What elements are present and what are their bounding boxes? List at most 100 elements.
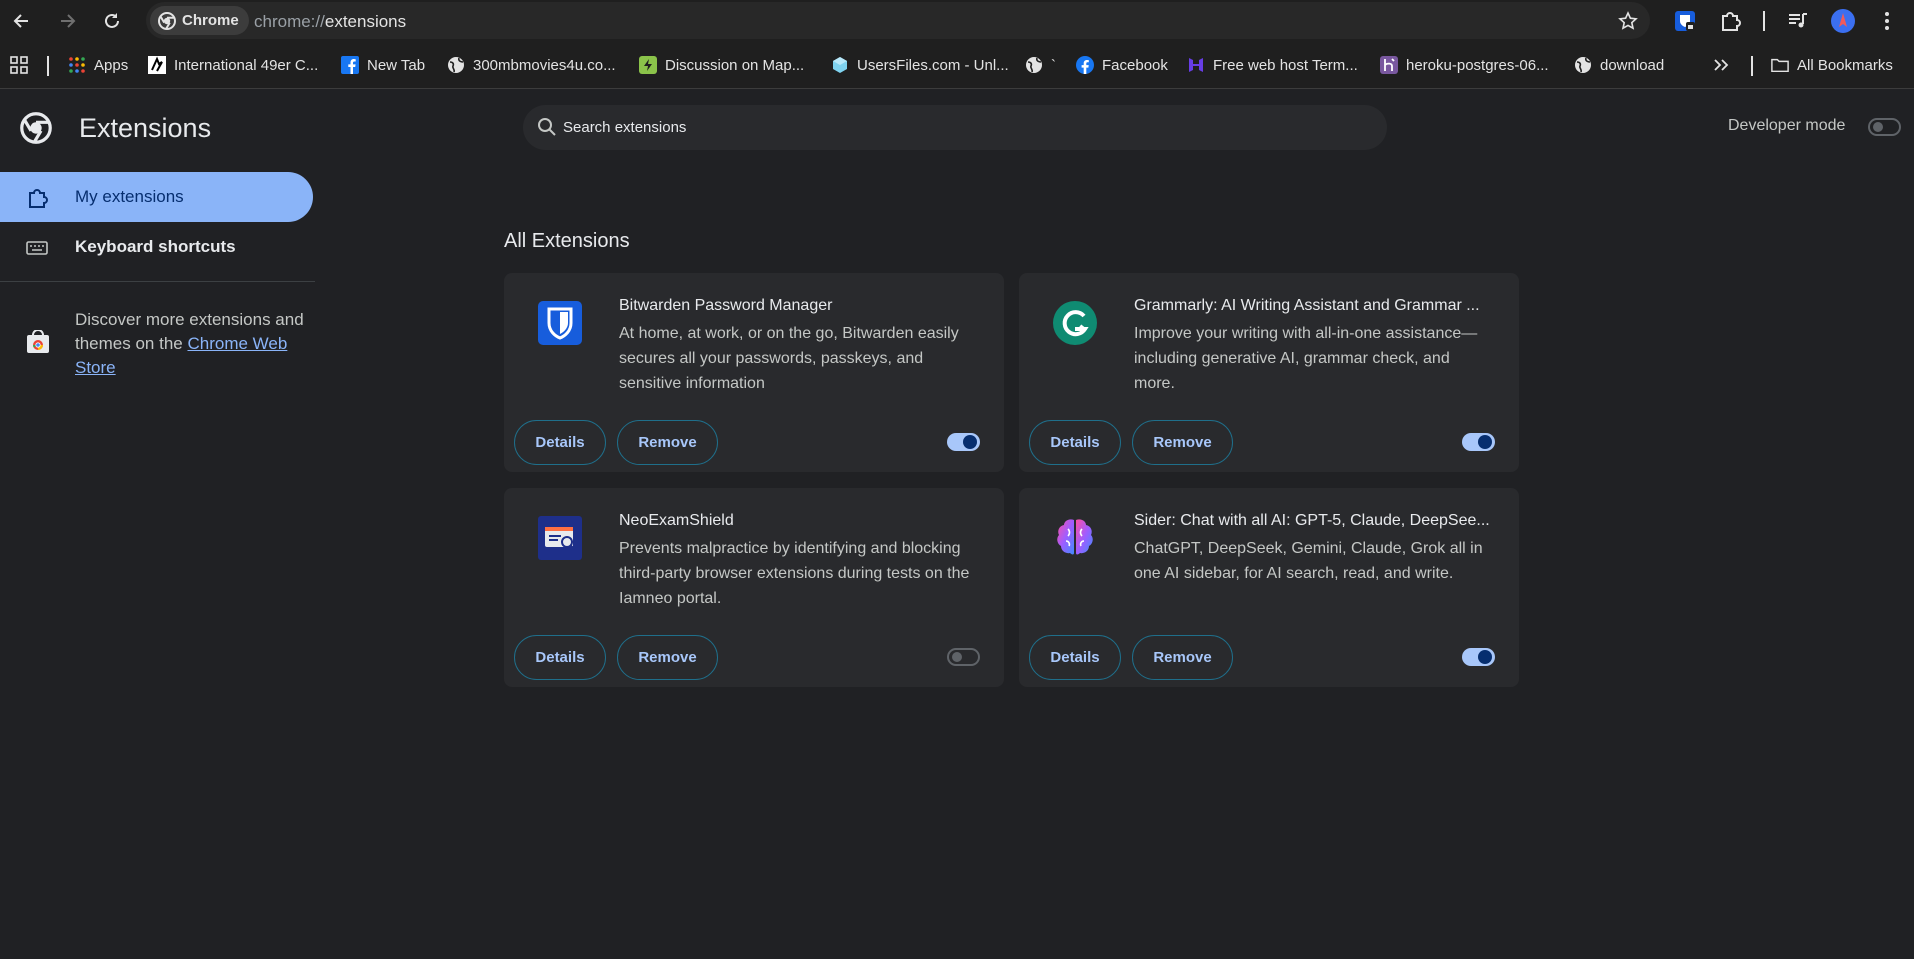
remove-button[interactable]: Remove	[1132, 635, 1233, 680]
neoexamshield-icon	[536, 514, 584, 562]
details-button[interactable]: Details	[514, 635, 606, 680]
remove-button[interactable]: Remove	[617, 420, 718, 465]
search-bar[interactable]	[523, 105, 1387, 150]
bookmark-usersfiles[interactable]: UsersFiles.com - Unl...	[831, 52, 1009, 78]
bitwarden-extension-button[interactable]	[1669, 5, 1701, 37]
grid-icon	[10, 56, 28, 74]
49er-favicon	[148, 56, 166, 74]
bookmark-label: Apps	[94, 56, 129, 74]
reload-button[interactable]	[96, 5, 128, 37]
bookmark-label: Facebook	[1102, 56, 1168, 74]
extension-card-bitwarden: Bitwarden Password Manager At home, at w…	[504, 273, 1004, 472]
facebook-favicon	[341, 56, 359, 74]
bitwarden-icon	[1675, 11, 1695, 31]
media-control-button[interactable]	[1782, 5, 1814, 37]
bookmark-label: International 49er C...	[174, 56, 319, 74]
site-chip-label: Chrome	[182, 12, 239, 29]
sidebar-divider	[0, 281, 315, 282]
extension-description: Improve your writing with all-in-one ass…	[1134, 325, 1478, 392]
remove-button[interactable]: Remove	[1132, 420, 1233, 465]
site-info-chip[interactable]: Chrome	[150, 6, 249, 35]
bookmark-discussion-on-map[interactable]: Discussion on Map...	[639, 52, 804, 78]
globe-favicon	[447, 56, 465, 74]
bookmark-international-49er[interactable]: International 49er C...	[148, 52, 318, 78]
queue-music-icon	[1789, 13, 1807, 28]
remove-button[interactable]: Remove	[617, 635, 718, 680]
apps-grid-icon	[68, 56, 86, 74]
bookmark-free-web-host[interactable]: Free web host Term...	[1187, 52, 1358, 78]
puzzle-icon	[1722, 12, 1741, 31]
developer-mode-toggle[interactable]	[1868, 118, 1901, 136]
chrome-logo-icon	[158, 11, 176, 30]
bookmark-heroku-postgres[interactable]: heroku-postgres-06...	[1380, 52, 1549, 78]
bookmark-download[interactable]: download	[1574, 52, 1664, 78]
bookmark-backtick[interactable]: `	[1025, 52, 1056, 78]
profile-avatar-button[interactable]	[1827, 5, 1859, 37]
toggle-knob	[1478, 650, 1492, 664]
browser-toolbar: Chrome chrome://extensions	[0, 0, 1914, 42]
developer-mode-label: Developer mode	[1728, 117, 1846, 134]
avatar	[1831, 9, 1855, 33]
bookmark-300mbmovies[interactable]: 300mbmovies4u.co...	[447, 52, 616, 78]
grammarly-g-icon	[1051, 299, 1099, 347]
search-icon	[537, 117, 557, 137]
sidebar-item-label: Keyboard shortcuts	[75, 237, 236, 256]
url-text[interactable]: chrome://extensions	[254, 12, 406, 32]
all-bookmarks-label: All Bookmarks	[1797, 56, 1893, 74]
folder-icon	[1771, 56, 1789, 74]
back-button[interactable]	[6, 5, 38, 37]
sidebar-item-my-extensions[interactable]: My extensions	[0, 172, 313, 222]
bookmark-label: 300mbmovies4u.co...	[473, 56, 616, 74]
arrow-left-icon	[13, 14, 28, 28]
chrome-menu-button[interactable]	[1871, 5, 1903, 37]
extension-enable-toggle[interactable]	[1462, 648, 1495, 666]
extension-name: Sider: Chat with all AI: GPT-5, Claude, …	[1134, 512, 1490, 529]
bookmark-star-button[interactable]	[1618, 11, 1638, 31]
extension-description: ChatGPT, DeepSeek, Gemini, Claude, Grok …	[1134, 540, 1483, 582]
extension-card-sider: Sider: Chat with all AI: GPT-5, Claude, …	[1019, 488, 1519, 687]
star-icon	[1618, 11, 1638, 30]
extension-name: Grammarly: AI Writing Assistant and Gram…	[1134, 297, 1480, 314]
extension-name: Bitwarden Password Manager	[619, 297, 833, 314]
bookmark-apps[interactable]: Apps	[68, 52, 128, 78]
extension-enable-toggle[interactable]	[947, 648, 980, 666]
extension-enable-toggle[interactable]	[1462, 433, 1495, 451]
bookmark-label: New Tab	[367, 56, 426, 74]
toggle-knob	[1873, 122, 1883, 132]
bookmark-facebook[interactable]: Facebook	[1076, 52, 1168, 78]
arrow-right-icon	[61, 14, 76, 28]
bookmark-label: download	[1600, 56, 1665, 74]
bookmark-label: heroku-postgres-06...	[1406, 56, 1549, 74]
url-path: extensions	[324, 12, 407, 31]
toggle-knob	[952, 652, 962, 662]
bookmark-label: Free web host Term...	[1213, 56, 1358, 74]
toggle-knob	[963, 435, 977, 449]
discussion-favicon	[639, 56, 657, 74]
keyboard-icon	[26, 237, 48, 259]
discover-more-text: Discover more extensions and themes on t…	[75, 308, 305, 380]
sidebar-item-keyboard-shortcuts[interactable]: Keyboard shortcuts	[0, 222, 313, 272]
extension-enable-toggle[interactable]	[947, 433, 980, 451]
apps-shortcut-button[interactable]	[10, 52, 28, 78]
all-bookmarks-button[interactable]: All Bookmarks	[1771, 52, 1893, 78]
address-bar[interactable]: Chrome chrome://extensions	[146, 2, 1650, 39]
extensions-logo-icon	[20, 112, 52, 144]
more-bookmarks-button[interactable]	[1713, 52, 1729, 78]
heroku-favicon	[1380, 56, 1398, 74]
section-title: All Extensions	[504, 230, 630, 252]
details-button[interactable]: Details	[514, 420, 606, 465]
search-input[interactable]	[563, 105, 1363, 150]
extensions-menu-button[interactable]	[1714, 5, 1746, 37]
bookmark-new-tab[interactable]: New Tab	[341, 52, 425, 78]
toolbar-divider	[1763, 11, 1765, 31]
bitwarden-shield-icon	[536, 299, 584, 347]
bookmarks-bar: Apps International 49er C... New Tab 300…	[0, 42, 1914, 89]
extension-puzzle-icon	[26, 187, 48, 209]
details-button[interactable]: Details	[1029, 635, 1121, 680]
sidebar-item-label: My extensions	[75, 187, 184, 206]
url-scheme: chrome://	[254, 12, 325, 31]
details-button[interactable]: Details	[1029, 420, 1121, 465]
extension-description: At home, at work, or on the go, Bitwarde…	[619, 325, 959, 392]
forward-button[interactable]	[51, 5, 83, 37]
chrome-web-store-icon	[26, 330, 50, 354]
